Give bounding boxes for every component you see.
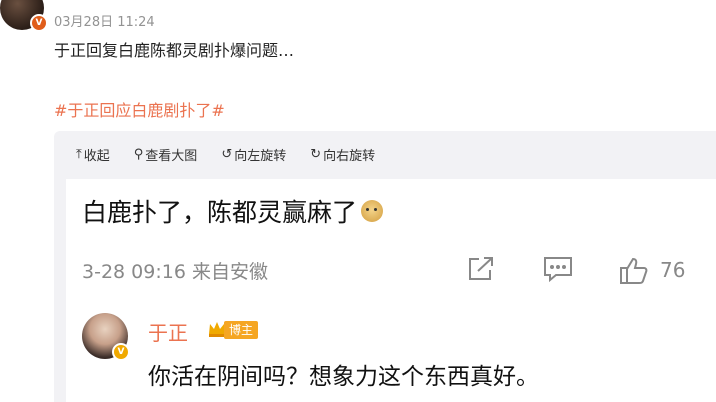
- doge-emoji-icon: [361, 200, 384, 222]
- viewer-toolbar: ⤒ 收起 ⚲ 查看大图 ↺ 向左旋转 ↻ 向右旋转: [76, 145, 399, 164]
- rotate-left-label: 向左旋转: [234, 149, 287, 164]
- rotate-right-button[interactable]: ↻ 向右旋转: [310, 145, 375, 164]
- search-icon: ⚲: [133, 147, 144, 162]
- collapse-button[interactable]: ⤒ 收起: [76, 145, 110, 164]
- comment-icon: [542, 255, 574, 283]
- verified-badge-icon: V: [30, 14, 48, 32]
- view-large-label: 查看大图: [145, 149, 198, 164]
- comment-text: 你活在阴间吗？想象力这个东西真好。: [148, 364, 539, 390]
- author-badge: 博主: [224, 321, 259, 339]
- image-viewer: ⤒ 收起 ⚲ 查看大图 ↺ 向左旋转 ↻ 向右旋转 白鹿扑了，陈都灵赢麻了 3-…: [54, 131, 716, 402]
- rotate-left-icon: ↺: [221, 147, 233, 162]
- post-timestamp: 03月28日 11:24: [54, 15, 155, 30]
- like-group: 76: [618, 255, 685, 285]
- topic-link[interactable]: #于正回应白鹿剧扑了#: [54, 97, 225, 121]
- rotate-right-label: 向右旋转: [323, 149, 376, 164]
- post-image[interactable]: 白鹿扑了，陈都灵赢麻了 3-28 09:16 来自安徽 76 V 于正 博主 你…: [66, 179, 716, 402]
- collapse-label: 收起: [83, 149, 110, 164]
- commenter-avatar: V: [82, 313, 130, 361]
- post-body: 于正回复白鹿陈都灵剧扑爆问题…: [54, 41, 295, 60]
- commenter-name: 于正: [148, 321, 188, 345]
- verified-badge-icon: V: [112, 343, 130, 361]
- like-count: 76: [660, 258, 686, 282]
- author-avatar[interactable]: V: [0, 0, 48, 32]
- headline-text: 白鹿扑了，陈都灵赢麻了: [82, 198, 358, 227]
- rotate-left-button[interactable]: ↺ 向左旋转: [221, 145, 286, 164]
- collapse-icon: ⤒: [76, 147, 82, 162]
- rotate-right-icon: ↻: [310, 147, 322, 162]
- screenshot-headline: 白鹿扑了，陈都灵赢麻了: [82, 193, 384, 229]
- view-large-button[interactable]: ⚲ 查看大图: [134, 145, 198, 164]
- thumbs-up-icon: [620, 257, 648, 284]
- share-icon: [466, 255, 496, 283]
- screenshot-meta: 3-28 09:16 来自安徽: [82, 261, 268, 283]
